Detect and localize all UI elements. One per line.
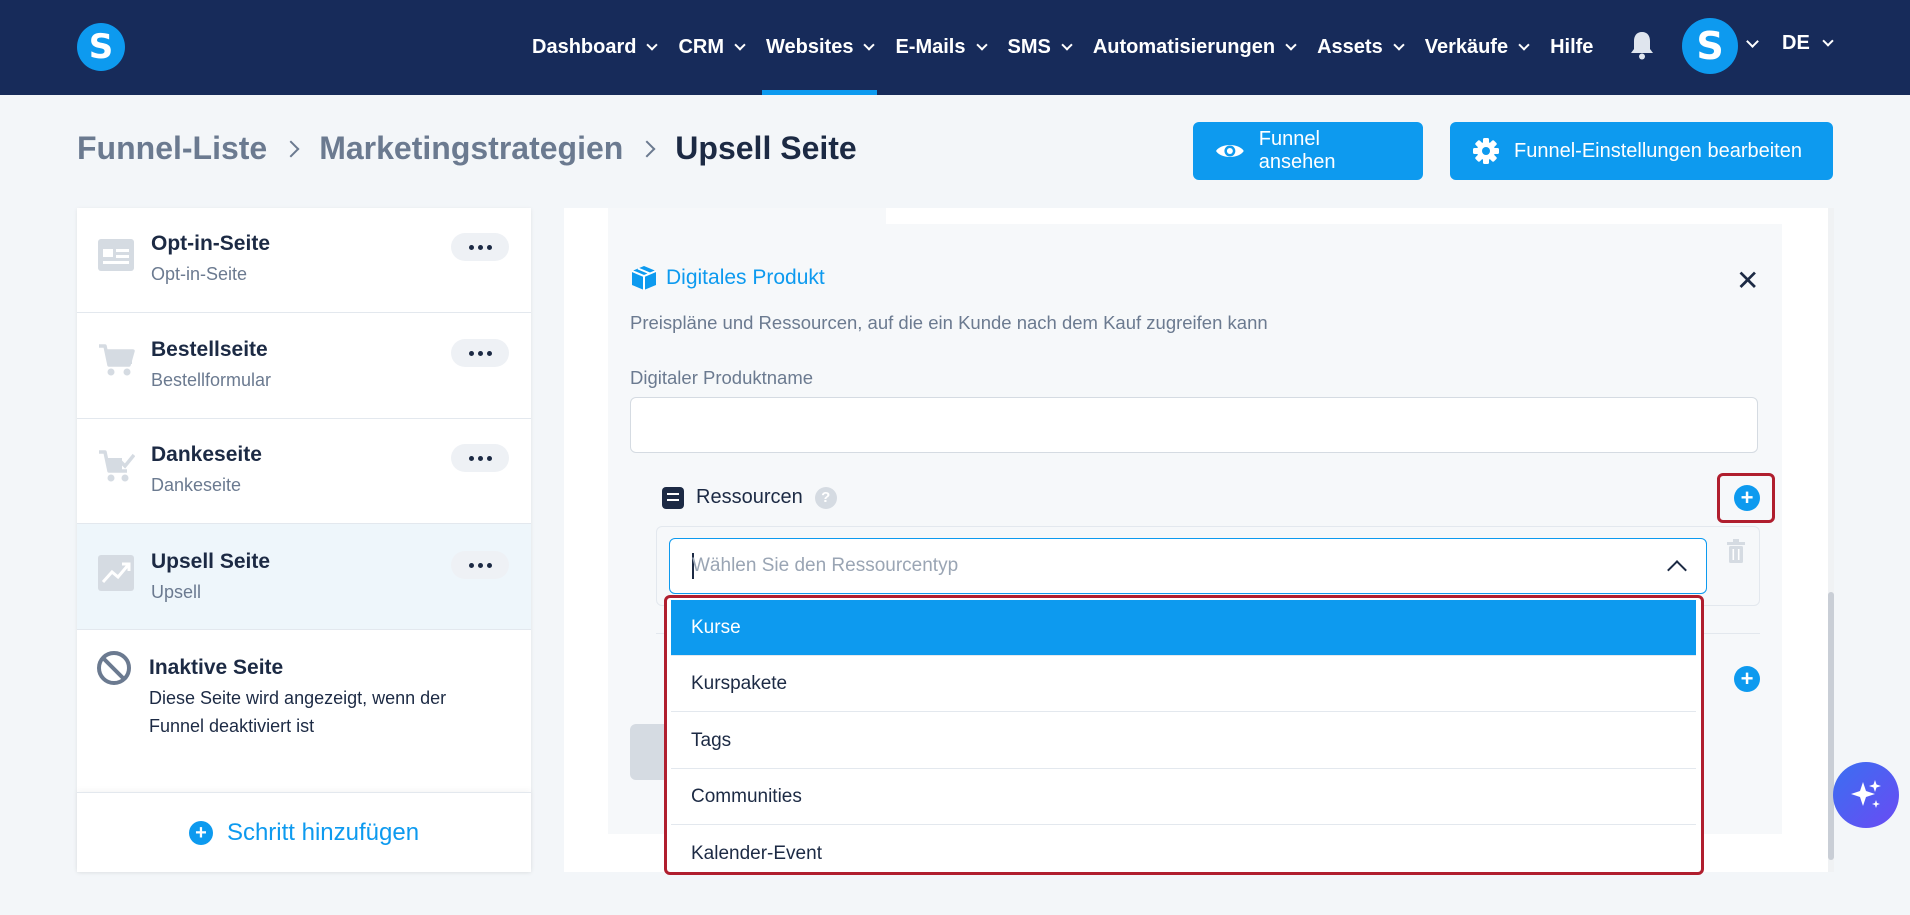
chevron-down-icon [1822,35,1834,47]
option-calendar-event[interactable]: Kalender-Event [671,826,1696,872]
nav-websites[interactable]: Websites [761,0,878,95]
step-title: Bestellseite [151,338,268,361]
nav-crm[interactable]: CRM [678,0,746,95]
digital-product-title: Digitales Produkt [630,264,825,292]
chevron-down-icon[interactable] [1746,35,1759,48]
step-optin[interactable]: Opt-in-Seite Opt-in-Seite [77,208,531,313]
add-step-label: Schritt hinzufügen [226,818,420,846]
step-subtitle: Dankeseite [151,475,242,495]
panel-tab-edge [608,208,886,224]
edit-funnel-settings-label: Funnel-Einstellungen bearbeiten [1514,139,1802,162]
breadcrumb-funnel-list[interactable]: Funnel-Liste [77,130,267,167]
gear-icon [1473,138,1499,164]
close-icon[interactable]: ✕ [1736,264,1759,297]
view-funnel-label: Funnel ansehen [1258,128,1336,173]
step-more-button[interactable] [451,551,509,579]
trend-up-icon [98,555,134,591]
chevron-down-icon [975,39,988,51]
inactive-page-description: Diese Seite wird angezeigt, wenn der Fun… [149,688,447,736]
help-icon[interactable]: ? [814,486,837,509]
chevron-down-icon [1285,39,1297,51]
plus-circle-icon: + [188,820,213,845]
nav-dashboard[interactable]: Dashboard [532,0,659,95]
step-title: Opt-in-Seite [151,232,270,255]
resource-type-select[interactable]: Wählen Sie den Ressourcentyp [669,538,1707,594]
step-more-button[interactable] [451,444,509,472]
checklist-icon [662,486,684,509]
chevron-down-icon [1518,39,1530,51]
top-navigation: S Dashboard CRM Websites E-Mails SMS Aut… [0,0,1910,95]
chevron-down-icon [646,39,659,51]
option-tags[interactable]: Tags [671,713,1696,769]
package-icon [631,266,657,290]
sparkle-icon [1851,780,1881,808]
digital-product-description: Preispläne und Ressourcen, auf die ein K… [630,312,1268,333]
chevron-down-icon [863,39,876,51]
add-step-button[interactable]: + Schritt hinzufügen [77,792,531,872]
step-title: Dankeseite [151,443,262,466]
product-name-label: Digitaler Produktname [630,367,814,388]
chevron-down-icon [734,39,746,51]
step-upsell[interactable]: Upsell Seite Upsell [77,524,531,630]
app-logo[interactable]: S [77,23,125,71]
resources-label: Ressourcen [696,486,803,508]
option-communities[interactable]: Communities [671,769,1696,825]
funnel-steps-sidebar: Opt-in-Seite Opt-in-Seite Bestellseite B… [77,208,531,872]
chevron-right-icon [638,140,656,157]
resource-type-dropdown: Kurse Kurspakete Tags Communities Kalend… [664,595,1704,875]
add-resource-button[interactable]: + [1734,485,1760,511]
cart-check-icon [99,450,135,482]
option-courses[interactable]: Kurse [671,600,1696,656]
resources-header: Ressourcen ? [662,486,837,509]
inactive-page-title[interactable]: Inaktive Seite [149,656,283,680]
nav-help[interactable]: Hilfe [1550,0,1593,95]
chevron-right-icon [282,140,300,157]
edit-funnel-settings-button[interactable]: Funnel-Einstellungen bearbeiten [1450,122,1833,180]
main-menu: Dashboard CRM Websites E-Mails SMS Autom… [532,0,1619,95]
nav-automations[interactable]: Automatisierungen [1093,0,1297,95]
language-selector[interactable]: DE [1782,32,1834,55]
page-title: Upsell Seite [675,130,857,166]
cart-icon [99,344,135,376]
step-title: Upsell Seite [151,550,271,573]
form-page-icon [98,239,134,271]
breadcrumb-funnel[interactable]: Marketingstrategien [319,130,623,167]
add-price-plan-button[interactable]: + [1734,666,1760,692]
step-thankyou[interactable]: Dankeseite Dankeseite [77,419,531,524]
chevron-down-icon [1061,39,1073,51]
eye-icon [1215,145,1244,157]
trash-icon[interactable] [1726,539,1746,563]
step-more-button[interactable] [451,233,509,261]
nav-assets[interactable]: Assets [1317,0,1405,95]
user-avatar[interactable]: S [1682,18,1738,74]
step-subtitle: Bestellformular [151,370,272,390]
step-more-button[interactable] [451,339,509,367]
nav-sms[interactable]: SMS [1008,0,1073,95]
chevron-down-icon [1393,39,1405,51]
scrollbar-thumb[interactable] [1828,592,1834,860]
bell-icon[interactable] [1630,30,1654,60]
step-subtitle: Opt-in-Seite [151,264,248,284]
option-course-bundles[interactable]: Kurspakete [671,656,1696,712]
product-name-input[interactable] [630,397,1758,453]
breadcrumb: Funnel-Liste Marketingstrategien Upsell … [77,130,857,167]
nav-emails[interactable]: E-Mails [895,0,988,95]
digital-product-title-text: Digitales Produkt [666,266,825,289]
nav-sales[interactable]: Verkäufe [1425,0,1530,95]
step-subtitle: Upsell [151,582,202,602]
chevron-up-icon[interactable] [1667,560,1687,580]
ai-assistant-button[interactable] [1833,762,1899,828]
select-placeholder: Wählen Sie den Ressourcentyp [692,555,959,576]
ban-icon [97,651,131,685]
step-order[interactable]: Bestellseite Bestellformular [77,313,531,419]
view-funnel-button[interactable]: Funnel ansehen [1193,122,1423,180]
